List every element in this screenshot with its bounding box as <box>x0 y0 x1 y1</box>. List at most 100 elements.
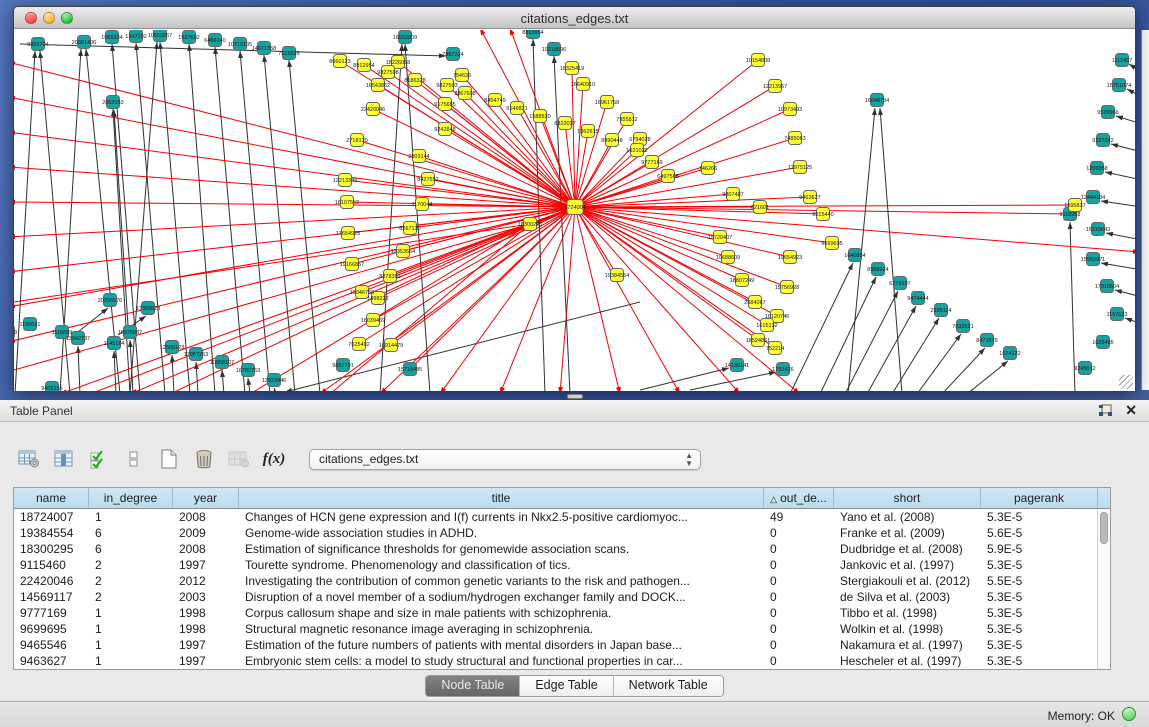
column-header-in_degree[interactable]: in_degree <box>89 488 173 508</box>
cell-title[interactable]: Genome-wide association studies in ADHD. <box>239 525 764 541</box>
table-options-icon[interactable] <box>16 447 42 471</box>
cell-short[interactable]: Wolkin et al. (1998) <box>834 621 981 637</box>
cell-year[interactable]: 2008 <box>173 541 239 557</box>
cell-name[interactable]: 14569117 <box>14 589 89 605</box>
cell-year[interactable]: 1998 <box>173 605 239 621</box>
table-row[interactable]: 946362711997Embryonic stem cells: a mode… <box>14 653 1097 669</box>
table-row[interactable]: 911546021997Tourette syndrome. Phenomeno… <box>14 557 1097 573</box>
network-window-titlebar[interactable]: citations_edges.txt <box>14 7 1135 29</box>
cell-short[interactable]: Dudbridge et al. (2008) <box>834 541 981 557</box>
cell-out_de[interactable]: 49 <box>764 509 834 525</box>
cell-year[interactable]: 2003 <box>173 589 239 605</box>
cell-pagerank[interactable]: 5.9E-5 <box>981 541 1097 557</box>
cell-year[interactable]: 1997 <box>173 557 239 573</box>
cell-title[interactable]: Disruption of a novel member of a sodium… <box>239 589 764 605</box>
cell-pagerank[interactable]: 5.3E-5 <box>981 653 1097 669</box>
cell-name[interactable]: 22420046 <box>14 573 89 589</box>
cell-name[interactable]: 18724007 <box>14 509 89 525</box>
delete-column-icon[interactable] <box>191 447 217 471</box>
cell-name[interactable]: 9463627 <box>14 653 89 669</box>
cell-pagerank[interactable]: 5.3E-5 <box>981 637 1097 653</box>
cell-short[interactable]: Hescheler et al. (1997) <box>834 653 981 669</box>
tab-edge-table[interactable]: Edge Table <box>520 676 613 696</box>
cell-year[interactable]: 1997 <box>173 653 239 669</box>
cell-title[interactable]: Embryonic stem cells: a model to study s… <box>239 653 764 669</box>
cell-in_degree[interactable]: 1 <box>89 605 173 621</box>
column-header-out_de[interactable]: △out_de... <box>764 488 834 508</box>
table-row[interactable]: 977716911998Corpus callosum shape and si… <box>14 605 1097 621</box>
cell-in_degree[interactable]: 2 <box>89 557 173 573</box>
cell-pagerank[interactable]: 5.3E-5 <box>981 621 1097 637</box>
cell-in_degree[interactable]: 1 <box>89 509 173 525</box>
table-row[interactable]: 946554611997Estimation of the future num… <box>14 637 1097 653</box>
network-canvas[interactable]: 9355724206914061065334134720210653267152… <box>14 30 1135 391</box>
cell-out_de[interactable]: 0 <box>764 541 834 557</box>
cell-year[interactable]: 2012 <box>173 573 239 589</box>
cell-out_de[interactable]: 0 <box>764 621 834 637</box>
cell-short[interactable]: Stergiakouli et al. (2012) <box>834 573 981 589</box>
table-row[interactable]: 1872400712008Changes of HCN gene express… <box>14 509 1097 525</box>
cell-in_degree[interactable]: 2 <box>89 589 173 605</box>
close-panel-icon[interactable]: ✕ <box>1125 402 1137 419</box>
cell-pagerank[interactable]: 5.3E-5 <box>981 605 1097 621</box>
table-selector[interactable]: citations_edges.txt ▲▼ <box>309 449 701 470</box>
column-header-title[interactable]: title <box>239 488 764 508</box>
panel-splitter-handle[interactable] <box>567 394 583 399</box>
cell-name[interactable]: 9699695 <box>14 621 89 637</box>
cell-short[interactable]: de Silva et al. (2003) <box>834 589 981 605</box>
vertical-scrollbar[interactable] <box>1097 509 1110 669</box>
table-row[interactable]: 2242004622012Investigating the contribut… <box>14 573 1097 589</box>
cell-name[interactable]: 18300295 <box>14 541 89 557</box>
table-row[interactable]: 969969511998Structural magnetic resonanc… <box>14 621 1097 637</box>
cell-title[interactable]: Estimation of significance thresholds fo… <box>239 541 764 557</box>
float-panel-icon[interactable] <box>1098 404 1113 418</box>
cell-pagerank[interactable]: 5.3E-5 <box>981 509 1097 525</box>
cell-short[interactable]: Franke et al. (2009) <box>834 525 981 541</box>
column-header-name[interactable]: name <box>14 488 89 508</box>
cell-short[interactable]: Nakamura et al. (1997) <box>834 637 981 653</box>
cell-title[interactable]: Changes of HCN gene expression and I(f) … <box>239 509 764 525</box>
scrollbar-thumb[interactable] <box>1100 512 1108 544</box>
tab-network-table[interactable]: Network Table <box>614 676 723 696</box>
cell-in_degree[interactable]: 6 <box>89 525 173 541</box>
cell-title[interactable]: Estimation of the future numbers of pati… <box>239 637 764 653</box>
column-header-pagerank[interactable]: pagerank <box>981 488 1098 508</box>
cell-out_de[interactable]: 0 <box>764 589 834 605</box>
cell-in_degree[interactable]: 1 <box>89 621 173 637</box>
cell-name[interactable]: 9777169 <box>14 605 89 621</box>
cell-pagerank[interactable]: 5.5E-5 <box>981 573 1097 589</box>
new-column-icon[interactable] <box>156 447 182 471</box>
cell-in_degree[interactable]: 1 <box>89 637 173 653</box>
cell-out_de[interactable]: 0 <box>764 637 834 653</box>
cell-out_de[interactable]: 0 <box>764 653 834 669</box>
cell-title[interactable]: Investigating the contribution of common… <box>239 573 764 589</box>
cell-name[interactable]: 9115460 <box>14 557 89 573</box>
resize-grip-icon[interactable] <box>1119 375 1133 389</box>
cell-out_de[interactable]: 0 <box>764 605 834 621</box>
cell-year[interactable]: 1998 <box>173 621 239 637</box>
cell-year[interactable]: 1997 <box>173 637 239 653</box>
cell-year[interactable]: 2008 <box>173 509 239 525</box>
row-height-icon[interactable] <box>121 447 147 471</box>
cell-name[interactable]: 9465546 <box>14 637 89 653</box>
cell-in_degree[interactable]: 2 <box>89 573 173 589</box>
cell-out_de[interactable]: 0 <box>764 525 834 541</box>
table-row[interactable]: 1938455462009Genome-wide association stu… <box>14 525 1097 541</box>
cell-short[interactable]: Jankovic et al. (1997) <box>834 557 981 573</box>
cell-title[interactable]: Corpus callosum shape and size in male p… <box>239 605 764 621</box>
cell-name[interactable]: 19384554 <box>14 525 89 541</box>
cell-out_de[interactable]: 0 <box>764 557 834 573</box>
function-builder-icon[interactable]: f(x) <box>261 447 287 471</box>
column-header-year[interactable]: year <box>173 488 239 508</box>
cell-pagerank[interactable]: 5.6E-5 <box>981 525 1097 541</box>
cell-out_de[interactable]: 0 <box>764 573 834 589</box>
tab-node-table[interactable]: Node Table <box>426 676 520 696</box>
table-row[interactable]: 1830029562008Estimation of significance … <box>14 541 1097 557</box>
table-row[interactable]: 1456911722003Disruption of a novel membe… <box>14 589 1097 605</box>
show-columns-icon[interactable] <box>51 447 77 471</box>
cell-in_degree[interactable]: 6 <box>89 541 173 557</box>
cell-title[interactable]: Tourette syndrome. Phenomenology and cla… <box>239 557 764 573</box>
cell-in_degree[interactable]: 1 <box>89 653 173 669</box>
cell-pagerank[interactable]: 5.3E-5 <box>981 557 1097 573</box>
cell-short[interactable]: Yano et al. (2008) <box>834 509 981 525</box>
